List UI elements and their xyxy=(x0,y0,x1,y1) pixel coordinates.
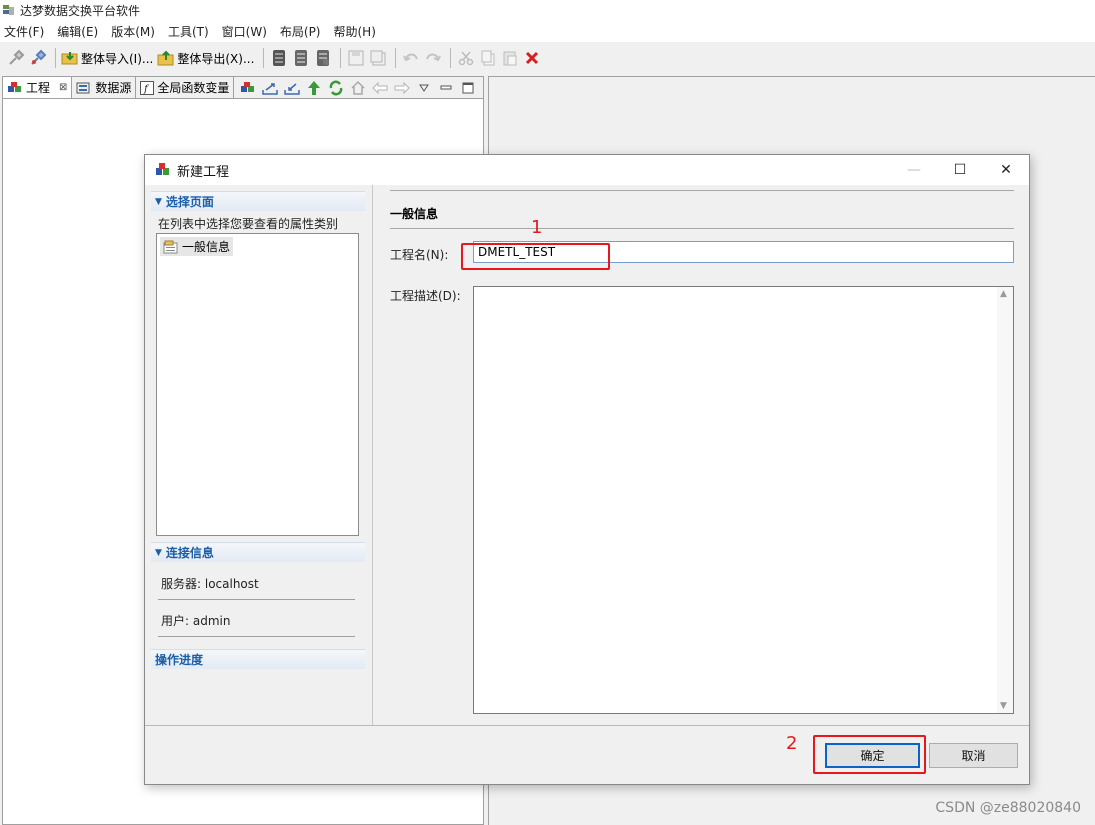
folder-import-icon xyxy=(61,52,78,65)
watermark: CSDN @ze88020840 xyxy=(935,800,1081,816)
forward-icon[interactable] xyxy=(392,78,412,98)
view-toolbar xyxy=(234,77,478,98)
project-desc-box: ▲ ▼ xyxy=(473,286,1014,714)
scroll-up-icon[interactable]: ▲ xyxy=(1000,289,1007,299)
export-icon[interactable] xyxy=(260,78,280,98)
select-page-hint: 在列表中选择您要查看的属性类别 xyxy=(158,217,339,231)
page-item-general[interactable]: 一般信息 xyxy=(160,237,234,256)
disconnect-icon[interactable] xyxy=(28,48,48,68)
paste-icon[interactable] xyxy=(500,48,520,68)
arrow-up-icon[interactable] xyxy=(304,78,324,98)
select-page-header[interactable]: ▼ 选择页面 xyxy=(151,191,365,211)
annotation-box-1 xyxy=(461,243,610,270)
cut-icon[interactable] xyxy=(456,48,476,68)
save-all-icon[interactable] xyxy=(368,48,388,68)
menu-version[interactable]: 版本(M) xyxy=(111,23,162,40)
app-title-bar: 达梦数据交换平台软件 xyxy=(0,0,1095,20)
new-project-icon[interactable] xyxy=(238,78,258,98)
tab-project-label: 工程 xyxy=(26,81,51,95)
menu-layout[interactable]: 布局(P) xyxy=(280,23,328,40)
toolbar-separator xyxy=(263,48,265,68)
home-icon[interactable] xyxy=(348,78,368,98)
progress-header[interactable]: 操作进度 xyxy=(151,649,365,669)
connection-info-header[interactable]: ▼ 连接信息 xyxy=(151,542,365,562)
dialog-title-bar: 新建工程 — ☐ ✕ xyxy=(145,155,1029,185)
menu-edit[interactable]: 编辑(E) xyxy=(57,23,105,40)
annotation-box-2 xyxy=(813,735,926,774)
project-desc-input[interactable] xyxy=(474,287,997,713)
annotation-number-1: 1 xyxy=(531,217,543,238)
tab-datasource-label: 数据源 xyxy=(95,81,132,95)
server-info: 服务器: localhost xyxy=(161,577,259,591)
minimize-button[interactable]: — xyxy=(891,155,937,185)
maximize-button[interactable]: ☐ xyxy=(937,155,983,185)
import-all-button[interactable]: 整体导入(I)... xyxy=(61,47,153,69)
divider xyxy=(158,599,355,600)
menu-bar: 文件(F) 编辑(E) 版本(M) 工具(T) 窗口(W) 布局(P) 帮助(H… xyxy=(0,20,1095,42)
toolbar-separator xyxy=(55,48,56,68)
toolbar-separator xyxy=(450,48,452,68)
dialog-title: 新建工程 xyxy=(177,164,230,180)
tab-close-icon[interactable]: ⊠ xyxy=(59,82,67,93)
redo-icon[interactable] xyxy=(423,48,443,68)
menu-window[interactable]: 窗口(W) xyxy=(222,23,274,40)
toolbar-separator xyxy=(340,48,342,68)
tab-datasource[interactable]: 数据源 xyxy=(72,77,137,98)
divider xyxy=(390,190,1014,191)
dialog-sidebar: ▼ 选择页面 在列表中选择您要查看的属性类别 一般信息 ▼ 连接信息 服务器: … xyxy=(145,185,373,725)
project-desc-label: 工程描述(D): xyxy=(390,289,461,303)
delete-icon[interactable] xyxy=(522,48,542,68)
properties-icon xyxy=(163,240,178,253)
section-title: 一般信息 xyxy=(390,207,439,221)
save-icon[interactable] xyxy=(346,48,366,68)
connect-icon[interactable] xyxy=(6,48,26,68)
scroll-down-icon[interactable]: ▼ xyxy=(1000,701,1007,711)
maximize-view-icon[interactable] xyxy=(458,78,478,98)
import-icon[interactable] xyxy=(282,78,302,98)
divider xyxy=(158,636,355,637)
view-tab-bar: 工程 ⊠ 数据源 f 全局函数变量 xyxy=(3,77,483,99)
collapse-triangle-icon: ▼ xyxy=(155,196,162,207)
refresh-icon[interactable] xyxy=(326,78,346,98)
run-icon[interactable] xyxy=(269,48,289,68)
datasource-icon xyxy=(76,82,90,93)
toolbar-separator xyxy=(395,48,397,68)
copy-icon[interactable] xyxy=(478,48,498,68)
tab-project[interactable]: 工程 ⊠ xyxy=(3,77,73,98)
app-logo-icon xyxy=(3,5,14,15)
desc-scrollbar[interactable]: ▲ ▼ xyxy=(997,287,1013,713)
project-name-label: 工程名(N): xyxy=(390,248,449,262)
tab-global-functions[interactable]: f 全局函数变量 xyxy=(136,77,235,98)
back-icon[interactable] xyxy=(370,78,390,98)
project-icon xyxy=(8,81,21,92)
debug-icon[interactable] xyxy=(291,48,311,68)
project-icon xyxy=(156,163,169,175)
export-all-button[interactable]: 整体导出(X)... xyxy=(157,47,254,69)
divider xyxy=(390,228,1014,229)
stop-icon[interactable] xyxy=(313,48,333,68)
main-toolbar: 整体导入(I)... 整体导出(X)... xyxy=(0,42,1095,74)
user-info: 用户: admin xyxy=(161,614,231,628)
menu-file[interactable]: 文件(F) xyxy=(4,23,51,40)
view-menu-icon[interactable] xyxy=(414,78,434,98)
collapse-triangle-icon: ▼ xyxy=(155,547,162,558)
cancel-button[interactable]: 取消 xyxy=(929,743,1018,768)
annotation-number-2: 2 xyxy=(786,733,798,754)
undo-icon[interactable] xyxy=(401,48,421,68)
menu-help[interactable]: 帮助(H) xyxy=(334,23,383,40)
close-button[interactable]: ✕ xyxy=(983,155,1029,185)
app-title: 达梦数据交换平台软件 xyxy=(20,3,141,18)
minimize-view-icon[interactable] xyxy=(436,78,456,98)
folder-export-icon xyxy=(157,50,174,66)
function-icon: f xyxy=(140,80,155,95)
tab-global-functions-label: 全局函数变量 xyxy=(157,81,230,95)
menu-tools[interactable]: 工具(T) xyxy=(168,23,216,40)
page-list: 一般信息 xyxy=(156,233,359,536)
